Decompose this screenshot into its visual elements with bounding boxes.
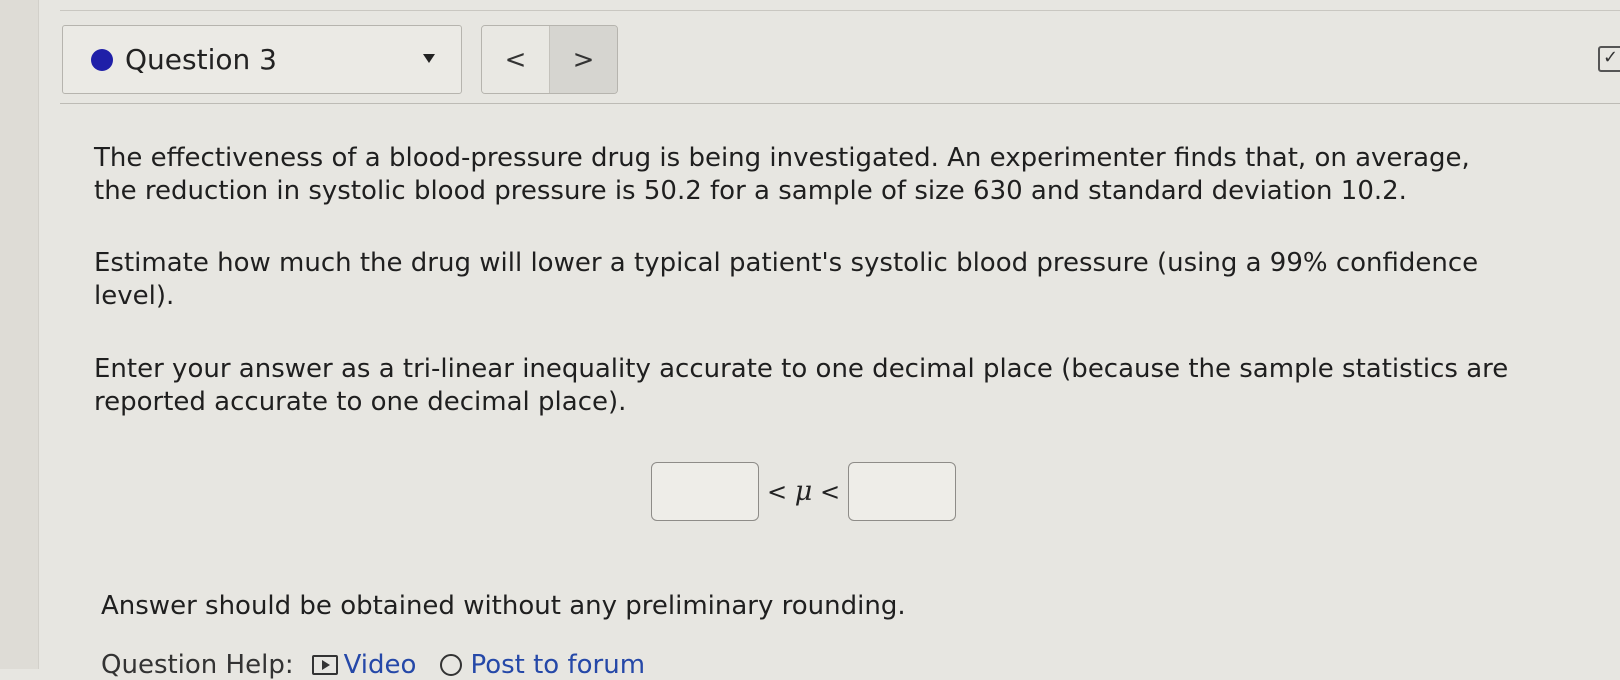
left-sidebar-strip	[0, 0, 39, 669]
previous-question-button[interactable]: <	[482, 26, 550, 93]
inequality-symbol: < μ <	[767, 476, 840, 507]
question-nav: < >	[481, 25, 618, 94]
checkbox-icon[interactable]: ✓	[1598, 46, 1620, 72]
upper-bound-input[interactable]	[848, 462, 957, 521]
top-divider	[60, 10, 1620, 11]
forum-link-label: Post to forum	[470, 650, 646, 680]
rounding-note: Answer should be obtained without any pr…	[101, 591, 906, 621]
problem-paragraph-1: The effectiveness of a blood-pressure dr…	[94, 143, 1470, 206]
question-help: Question Help: Video Post to forum	[101, 650, 645, 680]
question-label: Question 3	[125, 43, 277, 76]
less-than-left: <	[767, 478, 788, 506]
question-help-label: Question Help:	[101, 650, 294, 680]
lower-bound-input[interactable]	[651, 462, 759, 521]
question-status-dot	[91, 48, 113, 71]
caret-down-icon	[423, 54, 435, 63]
video-link-label: Video	[343, 650, 417, 680]
panel-divider	[60, 103, 1620, 104]
forum-link[interactable]: Post to forum	[440, 650, 645, 680]
problem-paragraph-2: Estimate how much the drug will lower a …	[94, 248, 1479, 311]
video-link[interactable]: Video	[311, 650, 417, 680]
video-icon	[311, 655, 338, 675]
answer-inequality: < μ <	[651, 461, 957, 522]
mu-symbol: μ	[794, 476, 813, 507]
forum-icon	[440, 654, 463, 676]
next-question-button[interactable]: >	[550, 26, 617, 93]
problem-paragraph-3: Enter your answer as a tri-linear inequa…	[94, 354, 1509, 417]
question-selector[interactable]: Question 3	[62, 25, 462, 94]
less-than-right: <	[819, 478, 841, 506]
